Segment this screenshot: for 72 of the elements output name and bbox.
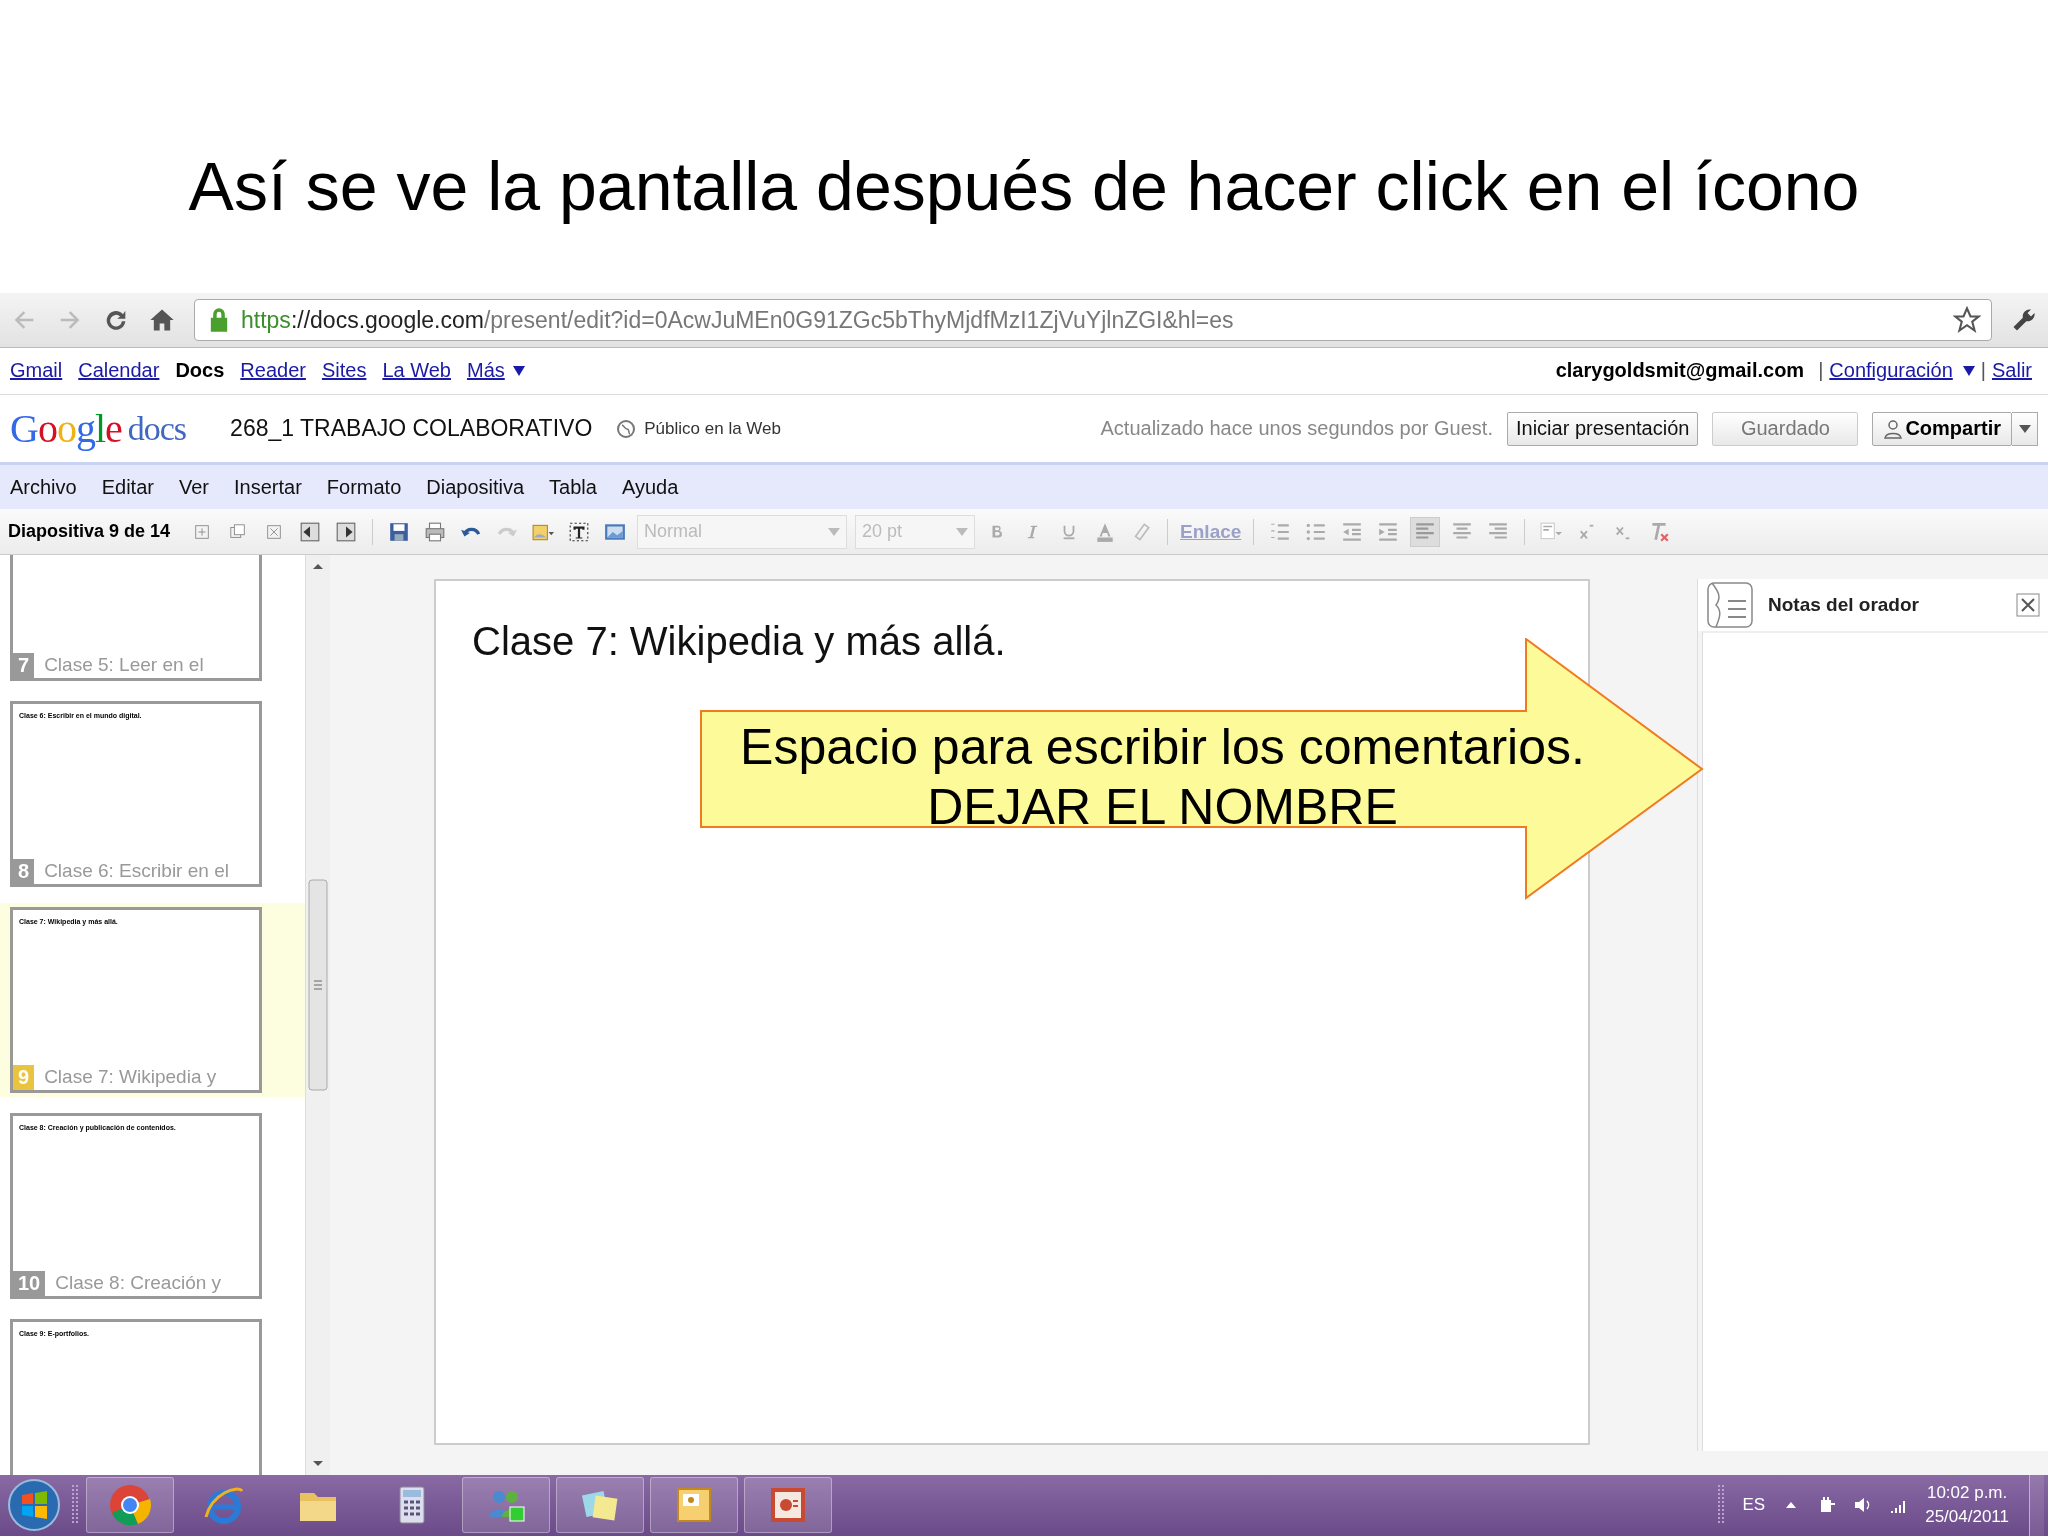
duplicate-slide-icon[interactable] (229, 522, 248, 541)
slide-number: 7 (13, 653, 35, 678)
nav-link[interactable]: Calendar (78, 359, 160, 383)
delete-slide-icon[interactable] (265, 522, 284, 541)
logo: Google (10, 405, 122, 453)
slide-number: 8 (13, 859, 35, 884)
add-slide-icon[interactable] (193, 522, 212, 541)
menu-item[interactable]: Ver (178, 475, 209, 499)
settings-link[interactable]: Configuración (1829, 359, 1953, 383)
move-down-icon[interactable] (335, 520, 358, 543)
slide-caption: Clase 7: Wikipedia y (44, 1066, 217, 1089)
browser-icon (108, 1483, 152, 1528)
logo-text: docs (127, 409, 187, 448)
nav-link[interactable]: Sites (321, 359, 367, 383)
caret-icon (956, 527, 969, 536)
menu-item[interactable]: Insertar (234, 475, 302, 499)
sign-out-link[interactable]: Salir (1992, 359, 2032, 383)
save-status: Actualizado hace unos segundos por Guest. (1100, 417, 1493, 441)
menu-item[interactable]: Tabla (549, 475, 597, 499)
user-email: clarygoldsmit@gmail.com (1555, 359, 1805, 383)
share-button[interactable]: Compartir (1872, 411, 2012, 446)
nav-link[interactable]: La Web (382, 359, 451, 383)
nav-link[interactable]: Docs (175, 359, 225, 383)
star-icon[interactable] (1953, 306, 1981, 335)
document-title[interactable]: 268_1 TRABAJO COLABORATIVO (230, 415, 593, 443)
separator: | (1980, 359, 1986, 383)
scrollbar[interactable] (306, 555, 330, 1475)
caret-icon (828, 527, 841, 536)
visibility-label: Público en la Web (644, 418, 781, 439)
menu-item[interactable]: Archivo (10, 475, 77, 499)
url-text: https://docs.google.com/present/edit?id=0AcwJuMEn0G91ZGc5bThyMjdfMzI1ZjVuYjlnZGI&hl=es (241, 306, 1235, 334)
taskbar-button[interactable] (462, 1477, 550, 1534)
save-icon[interactable] (388, 520, 411, 543)
decrease-indent-icon[interactable] (1341, 520, 1364, 543)
person-icon (1883, 418, 1904, 439)
increase-indent-icon[interactable] (1377, 520, 1400, 543)
separator: | (1818, 359, 1824, 383)
taskbar-button[interactable] (650, 1477, 738, 1534)
share-menu-button[interactable] (2012, 411, 2038, 446)
taskbar-button[interactable] (86, 1477, 174, 1534)
header-button[interactable]: Iniciar presentación (1507, 411, 1699, 446)
slide-heading[interactable]: Clase 7: Wikipedia y más allá. (472, 619, 1552, 664)
dropdown-arrow-icon[interactable] (1962, 365, 1975, 376)
slide-number: 10 (13, 1271, 46, 1296)
slide-number: 9 (13, 1065, 35, 1090)
close-icon[interactable] (2016, 593, 2040, 617)
clock-time[interactable]: 10:02 p.m. (1926, 1481, 2008, 1506)
taskbar-button[interactable] (556, 1477, 644, 1534)
language-indicator[interactable]: ES (1742, 1495, 1766, 1516)
nav-link[interactable]: Más (466, 359, 505, 383)
nav-link[interactable]: Reader (240, 359, 306, 383)
print-icon[interactable] (424, 520, 447, 543)
slide-title: Así se ve la pantalla después de hacer click en el ícono (188, 146, 1860, 225)
taskbar-button[interactable] (744, 1477, 832, 1534)
address-bar[interactable]: https://docs.google.com/present/edit?id=0AcwJuMEn0G91ZGc5bThyMjdfMzI1ZjVuYjlnZGI&hl=es (194, 299, 1992, 342)
nav-link[interactable]: Gmail (10, 359, 63, 383)
menu-item[interactable]: Ayuda (621, 475, 679, 499)
slide-caption: Clase 5: Leer en el (44, 654, 204, 677)
clock-date[interactable]: 25/04/2011 (1925, 1505, 2009, 1530)
caret-icon (2018, 424, 2031, 433)
slide-caption: Clase 6: Escribir en el (44, 860, 229, 883)
dropdown-arrow-icon[interactable] (512, 365, 525, 376)
show-desktop-button[interactable] (2029, 1475, 2044, 1536)
menu-item[interactable]: Formato (326, 475, 402, 499)
notes-title: Notas del orador (1768, 594, 1920, 616)
menu-item[interactable]: Diapositiva (426, 475, 525, 499)
move-up-icon[interactable] (299, 520, 322, 543)
slide-counter: Diapositiva 9 de 14 (8, 521, 171, 543)
text-box-icon[interactable] (568, 520, 591, 543)
callout-text: Espacio para escribir los comentarios. DEJAR EL NOMBRE (739, 718, 1586, 837)
slide-caption: Clase 8: Creación y (55, 1272, 222, 1295)
menu-item[interactable]: Editar (101, 475, 154, 499)
